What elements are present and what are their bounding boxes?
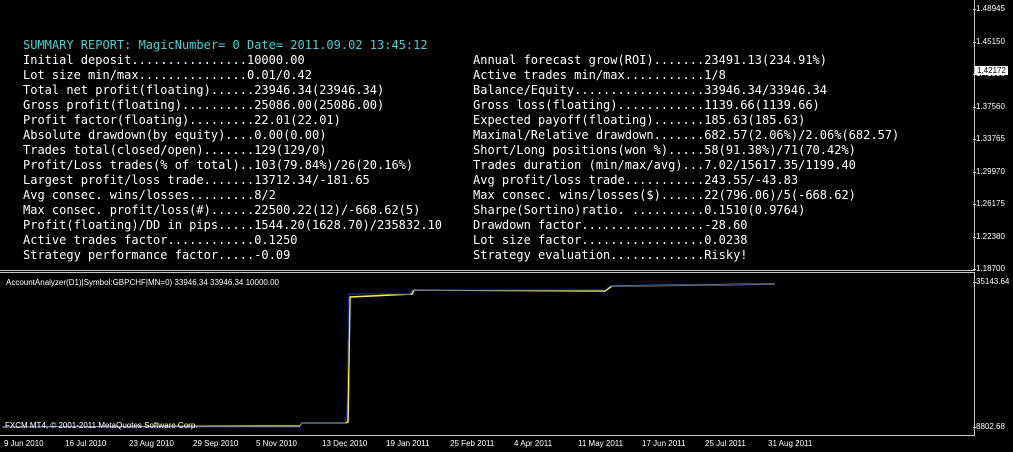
report-line: Lot size factor.................0.0238 <box>473 233 748 247</box>
time-tick-label: 9 Jun 2010 <box>4 439 44 448</box>
report-line: Balance/Equity..................33946.34… <box>473 83 828 97</box>
time-tick-label: 11 May 2011 <box>578 439 624 448</box>
report-line: Maximal/Relative drawdown.......682.57(2… <box>473 128 900 142</box>
report-line: Max consec. profit/loss(#)......22500.22… <box>23 203 421 217</box>
report-line: Trades total(closed/open).......129(129/… <box>23 143 327 157</box>
report-line: Gross profit(floating)..........25086.00… <box>23 98 385 112</box>
copyright-text: FXCM MT4, © 2001-2011 MetaQuotes Softwar… <box>5 421 198 430</box>
report-line: Active trades min/max...........1/8 <box>473 68 726 82</box>
time-tick-label: 19 Jan 2011 <box>386 439 430 448</box>
report-line: Profit factor(floating).........22.01(22… <box>23 113 341 127</box>
time-tick-label: 25 Jul 2011 <box>705 439 746 448</box>
report-line: Total net profit(floating)......23946.34… <box>23 83 385 97</box>
report-line: Largest profit/loss trade.......13712.34… <box>23 173 370 187</box>
indicator-axis-min: 8802.68 <box>973 422 1005 431</box>
indicator-label: AccountAnalyzer(D1)|Symbol:GBPCHF|MN=0) … <box>6 278 279 287</box>
report-line: Avg profit/loss trade...........243.55/-… <box>473 173 799 187</box>
balance-line <box>2 283 776 428</box>
time-tick-label: 5 Nov 2010 <box>256 439 297 448</box>
price-tick-label: 1.26175 <box>973 199 1005 208</box>
report-line: Gross loss(floating)............1139.66(… <box>473 98 820 112</box>
time-tick-label: 29 Sep 2010 <box>193 439 239 448</box>
report-line: Avg consec. wins/losses.........8/2 <box>23 188 276 202</box>
report-line: Lot size min/max...............0.01/0.42 <box>23 68 312 82</box>
time-tick-label: 17 Jun 2011 <box>642 439 686 448</box>
indicator-axis[interactable]: 35143.64 8802.68 <box>972 272 1013 436</box>
time-tick-label: 4 Apr 2011 <box>514 439 553 448</box>
price-tick-label: 1.45150 <box>973 36 1005 46</box>
price-tick-label: 1.22380 <box>973 231 1005 241</box>
indicator-axis-max: 35143.64 <box>972 277 1010 286</box>
report-line: Drawdown factor.................-28.60 <box>473 218 748 232</box>
time-tick-label: 23 Aug 2010 <box>129 439 174 448</box>
report-line: Initial deposit................10000.00 <box>23 53 305 67</box>
report-line: Max consec. wins/losses($)......22(796.0… <box>473 188 856 202</box>
price-tick-label: 1.33765 <box>973 134 1005 143</box>
report-line: Trades duration (min/max/avg)...7.02/156… <box>473 158 856 172</box>
report-line: Short/Long positions(won %).....58(91.38… <box>473 143 856 157</box>
report-line: Active trades factor............0.1250 <box>23 233 298 247</box>
current-price-marker: 1.42172 <box>975 66 1008 75</box>
report-line: Expected payoff(floating).......185.63(1… <box>473 113 806 127</box>
time-tick-label: 25 Feb 2011 <box>450 439 495 448</box>
time-tick-label: 13 Dec 2010 <box>322 439 368 448</box>
equity-chart <box>1 283 776 428</box>
report-line: Profit(floating)/DD in pips.....1544.20(… <box>23 218 443 232</box>
time-tick-label: 31 Aug 2011 <box>768 439 813 448</box>
price-axis[interactable]: 1.489451.451501.413551.375601.337651.299… <box>973 0 1013 273</box>
price-tick-label: 1.37560 <box>973 101 1005 111</box>
report-line: Annual forecast grow(ROI).......23491.13… <box>473 53 828 67</box>
price-tick-label: 1.29970 <box>973 166 1005 176</box>
report-line: Strategy performance factor.....-0.09 <box>23 248 291 262</box>
report-line: Profit/Loss trades(% of total)..103(79.8… <box>23 158 414 172</box>
price-tick-label: 1.48945 <box>973 4 1005 13</box>
time-axis[interactable]: 9 Jun 2010 16 Jul 2010 23 Aug 2010 29 Sep 2… <box>0 436 975 452</box>
report-title: SUMMARY REPORT: MagicNumber= 0 Date= 201… <box>23 38 428 52</box>
time-tick-label: 16 Jul 2010 <box>65 439 107 448</box>
report-line: Absolute drawdown(by equity)....0.00(0.0… <box>23 128 327 142</box>
equity-line <box>1 283 776 428</box>
report-line: Strategy evaluation.............Risky! <box>473 248 748 262</box>
report-left-column: Initial deposit................10000.00 L… <box>23 53 442 263</box>
report-line: Sharpe(Sortino)ratio. ..........0.1510(0… <box>473 203 806 217</box>
report-right-column: Annual forecast grow(ROI).......23491.13… <box>473 53 899 263</box>
